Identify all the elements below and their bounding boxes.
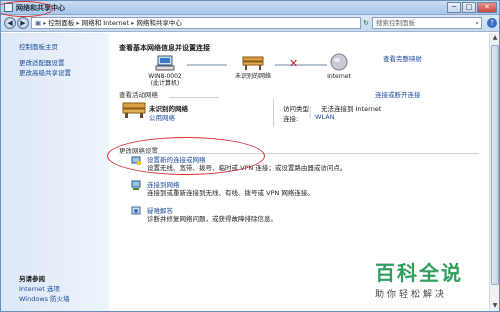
title-bar: 网络和共享中心 ─ □ ✕ (1, 1, 499, 15)
breadcrumb-network-center[interactable]: 网络和共享中心 (136, 19, 182, 27)
help-icon[interactable]: ? (487, 18, 497, 28)
scroll-up-icon[interactable]: ▲ (491, 34, 499, 43)
node-network-label: 未识别的网络 (234, 73, 271, 80)
address-icon: ▣ (35, 19, 42, 27)
computer-icon (155, 55, 175, 71)
sidebar-item-home[interactable]: 控制面板主页 (19, 41, 58, 51)
sidebar: 控制面板主页 更改适配器设置 更改高级共享设置 另请参阅 Internet 选项… (1, 33, 109, 311)
connect-disconnect-link[interactable]: 连接或断开连接 (375, 89, 421, 99)
network-type-link[interactable]: 公用网络 (149, 112, 175, 122)
maximize-button[interactable]: □ (462, 2, 476, 13)
sidebar-item-internet-options[interactable]: Internet 选项 (19, 283, 60, 293)
highlight-ellipse (107, 137, 265, 175)
refresh-icon[interactable]: ↻ (363, 17, 371, 29)
wlan-link[interactable]: WLAN (315, 113, 335, 121)
node-network[interactable]: 未识别的网络 (225, 55, 281, 80)
bench-network-icon (242, 56, 264, 70)
access-type-value: 无法连接到 Internet (321, 105, 382, 113)
map-line (187, 64, 227, 66)
watermark: 百科全说 助你轻松解决 (375, 257, 495, 300)
close-button[interactable]: ✕ (477, 2, 497, 13)
address-bar[interactable]: ▣ ▸ 控制面板 ▸ 网络和 Internet ▸ 网络和共享中心 (31, 17, 361, 29)
sidebar-item-adapter-settings[interactable]: 更改适配器设置 (19, 57, 65, 67)
address-row: ◀ ▶ ▣ ▸ 控制面板 ▸ 网络和 Internet ▸ 网络和共享中心 ↻ 搜索控制面板… (1, 15, 499, 32)
divider (273, 99, 274, 127)
access-type-label: 访问类型: (283, 105, 312, 113)
scroll-thumb[interactable] (491, 45, 499, 285)
see-also-title: 另请参阅 (19, 275, 45, 283)
page-title: 查看基本网络信息并设置连接 (119, 44, 210, 52)
minimize-button[interactable]: ─ (447, 2, 461, 13)
window: 网络和共享中心 ─ □ ✕ ◀ ▶ ▣ ▸ 控制面板 ▸ 网络和 Internet ▸ 网络… (0, 0, 500, 312)
scroll-down-icon[interactable]: ▼ (491, 302, 499, 311)
task-connect-network-desc: 连接到或重新连接到无线、有线、拨号或 VPN 网络连接。 (147, 189, 314, 197)
task-troubleshoot-desc: 诊断并修复网络问题，或获得故障排除信息。 (147, 215, 277, 223)
sidebar-item-firewall[interactable]: Windows 防火墙 (19, 293, 70, 303)
connection-label: 连接: (283, 115, 299, 123)
watermark-subtitle: 助你轻松解决 (375, 290, 448, 300)
node-internet-label: Internet (327, 73, 351, 80)
active-networks-header: 查看活动网络 (119, 91, 158, 99)
back-button[interactable]: ◀ (4, 17, 16, 29)
node-internet: Internet (319, 53, 359, 80)
breadcrumb-control-panel[interactable]: 控制面板 (48, 19, 74, 27)
globe-icon (330, 53, 348, 71)
disconnect-icon: ✕ (289, 57, 299, 70)
connect-network-icon (131, 180, 141, 190)
full-map-link[interactable]: 查看完整映射 (383, 53, 422, 63)
node-computer-label: WIN8-0002 (此计算机) (148, 73, 182, 87)
wifi-signal-icon: ⁝ (309, 112, 312, 120)
search-icon[interactable]: ⌕ (475, 18, 479, 29)
bench-network-icon (122, 102, 146, 118)
sidebar-item-sharing-settings[interactable]: 更改高级共享设置 (19, 67, 71, 77)
watermark-title: 百科全说 (375, 261, 463, 285)
search-input[interactable]: 搜索控制面板 ⌕ (372, 17, 482, 29)
node-computer: WIN8-0002 (此计算机) (135, 55, 195, 87)
troubleshoot-icon (131, 206, 141, 215)
divider (169, 97, 219, 98)
breadcrumb-network-internet[interactable]: 网络和 Internet (82, 19, 129, 27)
forward-button[interactable]: ▶ (17, 17, 29, 29)
